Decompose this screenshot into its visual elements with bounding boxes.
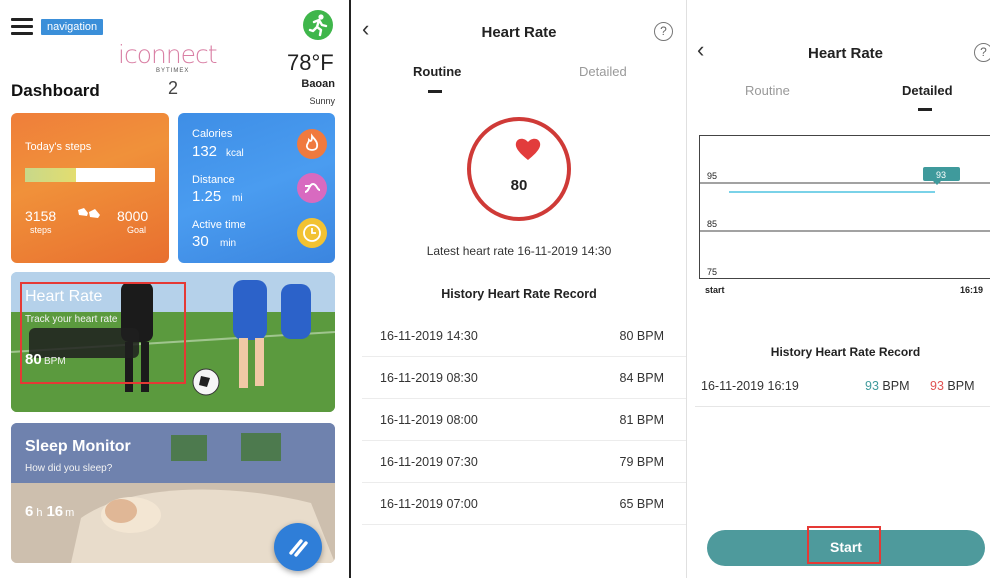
header-title: Heart Rate bbox=[807, 45, 884, 62]
navigation-tag: navigation bbox=[41, 19, 104, 35]
app-logo: iconnect bbox=[118, 40, 218, 69]
x-tick-end: 16:19 bbox=[960, 285, 983, 295]
record-bpm-unit: BPM bbox=[947, 379, 975, 393]
calories-label: Calories bbox=[192, 128, 233, 140]
y-tick-label: 75 bbox=[707, 267, 717, 277]
logo-number: 2 bbox=[168, 78, 179, 98]
y-tick-label: 85 bbox=[707, 219, 717, 229]
distance-value: 1.25 bbox=[192, 188, 222, 205]
record-bpm-unit: BPM bbox=[882, 379, 910, 393]
weather-condition: Sunny bbox=[309, 96, 335, 106]
record-date: 16-11-2019 16:19 bbox=[701, 379, 799, 393]
sleep-hours: 6 bbox=[25, 503, 34, 520]
heart-rate-routine-screen: ‹ Heart Rate ? Routine Detailed 80 Lates… bbox=[352, 0, 686, 578]
temperature: 78°F bbox=[287, 50, 334, 75]
table-row[interactable]: 16-11-2019 08:00 81 BPM bbox=[362, 399, 686, 441]
tab-routine[interactable]: Routine bbox=[413, 64, 461, 79]
steps-label: Today's steps bbox=[25, 141, 92, 153]
city-name: Baoan bbox=[301, 78, 335, 90]
tab-detailed[interactable]: Detailed bbox=[902, 83, 953, 98]
record-date: 16-11-2019 07:30 bbox=[380, 455, 478, 469]
table-row[interactable]: 16-11-2019 08:30 84 BPM bbox=[362, 357, 686, 399]
history-title: History Heart Rate Record bbox=[770, 345, 921, 359]
latest-heart-rate: Latest heart rate 16-11-2019 14:30 bbox=[426, 244, 612, 258]
steps-value: 3158 bbox=[25, 208, 57, 224]
steps-card[interactable]: Today's steps 3158 steps 8000 Goal bbox=[11, 113, 169, 263]
table-row[interactable]: 16-11-2019 16:19 93 BPM 93 BPM bbox=[695, 365, 990, 407]
record-bpm-value: 93 bbox=[865, 379, 879, 393]
record-bpm: 93 BPM bbox=[865, 379, 909, 393]
help-icon[interactable]: ? bbox=[974, 43, 990, 62]
dashboard-screen: navigation iconnect BYTIMEX 2 78°F Baoan… bbox=[0, 0, 348, 578]
menu-icon[interactable] bbox=[11, 18, 33, 35]
record-date: 16-11-2019 08:30 bbox=[380, 371, 478, 385]
runner-icon[interactable] bbox=[303, 10, 333, 40]
flame-icon bbox=[297, 129, 327, 159]
sleep-minutes-unit: m bbox=[65, 507, 75, 519]
x-tick-start: start bbox=[705, 285, 725, 295]
history-title: History Heart Rate Record bbox=[441, 287, 597, 301]
goal-unit: Goal bbox=[127, 225, 147, 235]
steps-progress-bar bbox=[25, 168, 155, 182]
distance-label: Distance bbox=[192, 174, 235, 186]
active-time-value: 30 bbox=[192, 233, 209, 250]
record-bpm: 84 BPM bbox=[619, 371, 664, 385]
steps-progress-fill bbox=[25, 168, 76, 182]
table-row[interactable]: 16-11-2019 14:30 80 BPM bbox=[362, 315, 686, 357]
sleep-card-subtitle: How did you sleep? bbox=[25, 463, 113, 474]
page-title: Dashboard bbox=[11, 81, 100, 100]
table-row[interactable]: 16-11-2019 07:30 79 BPM bbox=[362, 441, 686, 483]
heart-icon bbox=[514, 135, 542, 163]
record-date: 16-11-2019 07:00 bbox=[380, 497, 478, 511]
y-tick-label: 95 bbox=[707, 171, 717, 181]
tab-active-indicator bbox=[428, 90, 442, 93]
calories-unit: kcal bbox=[226, 148, 244, 159]
tab-detailed[interactable]: Detailed bbox=[579, 64, 627, 79]
record-bpm: 65 BPM bbox=[619, 497, 664, 511]
header-title: Heart Rate bbox=[481, 24, 557, 41]
sleep-card-title: Sleep Monitor bbox=[25, 438, 131, 455]
heart-rate-gauge: 80 bbox=[467, 117, 571, 221]
heart-rate-chart: 93 95 85 75 start 16:19 bbox=[699, 135, 990, 295]
heart-rate-detailed-screen: ‹ Heart Rate ? Routine Detailed 93 95 85… bbox=[687, 35, 990, 578]
screen-divider bbox=[349, 0, 351, 578]
help-icon[interactable]: ? bbox=[654, 22, 673, 41]
active-time-unit: min bbox=[220, 238, 237, 249]
record-date: 16-11-2019 14:30 bbox=[380, 329, 478, 343]
route-icon bbox=[297, 173, 327, 203]
highlight-box bbox=[20, 282, 186, 384]
sleep-hours-unit: h bbox=[36, 507, 43, 519]
record-bpm-value: 93 bbox=[930, 379, 944, 393]
record-bpm: 93 BPM bbox=[930, 379, 974, 393]
calories-value: 132 bbox=[192, 143, 218, 160]
table-row[interactable]: 16-11-2019 07:00 65 BPM bbox=[362, 483, 686, 525]
steps-unit: steps bbox=[30, 225, 52, 235]
chart-tooltip-value: 93 bbox=[936, 170, 946, 180]
distance-unit: mi bbox=[232, 193, 243, 204]
sleep-duration: 6 h 16 m bbox=[25, 503, 74, 520]
shoe-icon bbox=[76, 206, 102, 220]
current-heart-rate: 80 bbox=[510, 177, 528, 194]
record-date: 16-11-2019 08:00 bbox=[380, 413, 478, 427]
logo-subtitle: BYTIMEX bbox=[156, 68, 190, 74]
tab-active-indicator bbox=[918, 108, 932, 111]
record-bpm: 80 BPM bbox=[619, 329, 664, 343]
clock-icon bbox=[297, 218, 327, 248]
fab-icon[interactable] bbox=[274, 523, 322, 571]
record-bpm: 79 BPM bbox=[619, 455, 664, 469]
record-bpm: 81 BPM bbox=[619, 413, 664, 427]
activity-stats-card[interactable]: Calories 132 kcal Distance 1.25 mi Activ… bbox=[178, 113, 335, 263]
highlight-box bbox=[807, 526, 881, 564]
sleep-minutes: 16 bbox=[46, 503, 64, 520]
goal-value: 8000 bbox=[117, 208, 149, 224]
tab-routine[interactable]: Routine bbox=[745, 83, 790, 98]
active-time-label: Active time bbox=[192, 219, 246, 231]
